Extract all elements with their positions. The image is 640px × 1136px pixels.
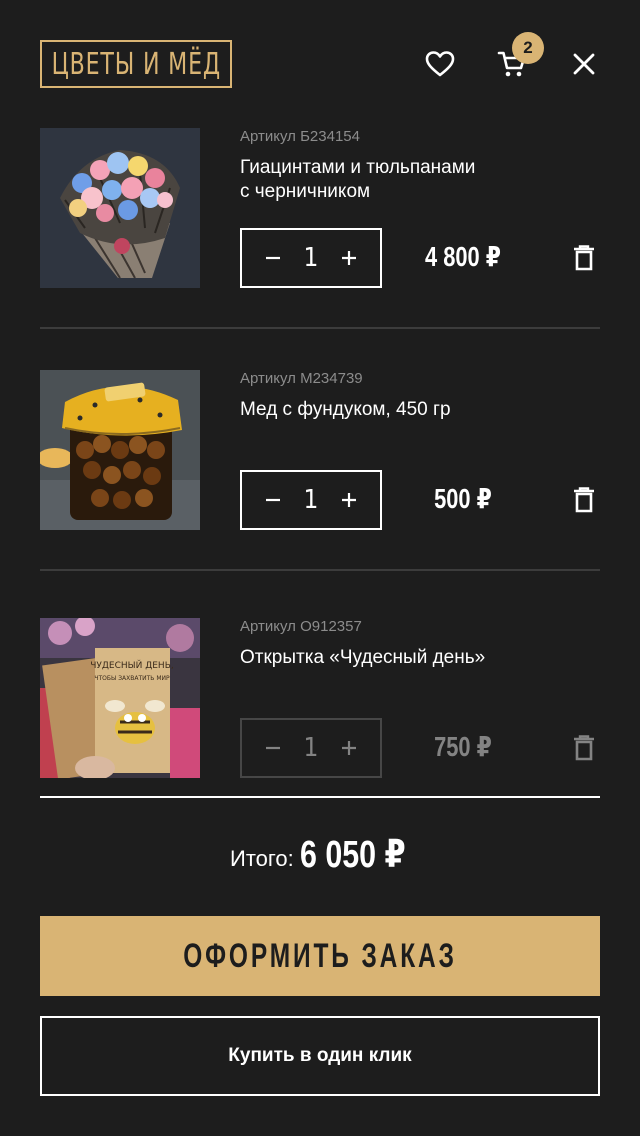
brand-logo[interactable]: ЦВЕТЫ И МЁД bbox=[40, 40, 232, 88]
quantity-stepper: 1 bbox=[240, 470, 382, 530]
item-price: 4 800 ₽ bbox=[425, 241, 501, 272]
item-sku: Артикул М234739 bbox=[240, 370, 363, 387]
item-sku: Артикул Б234154 bbox=[240, 128, 360, 145]
minus-icon bbox=[266, 256, 280, 260]
trash-icon bbox=[574, 487, 594, 513]
decrement-button[interactable] bbox=[262, 737, 284, 759]
quantity-value: 1 bbox=[303, 243, 319, 273]
quantity-value: 1 bbox=[303, 733, 319, 763]
close-icon bbox=[573, 53, 595, 75]
heart-icon bbox=[425, 51, 455, 77]
minus-icon bbox=[266, 746, 280, 750]
trash-icon bbox=[574, 735, 594, 761]
close-button[interactable] bbox=[564, 44, 604, 84]
plus-icon bbox=[341, 493, 356, 507]
one-click-buy-label: Купить в один клик bbox=[228, 1045, 412, 1066]
delete-item-button[interactable] bbox=[569, 485, 599, 515]
quantity-stepper: 1 bbox=[240, 718, 382, 778]
quantity-stepper: 1 bbox=[240, 228, 382, 288]
item-name[interactable]: Открытка «Чудесный день» bbox=[240, 646, 520, 670]
item-name-line: Открытка «Чудесный день» bbox=[240, 647, 486, 668]
product-image-bouquet[interactable] bbox=[40, 128, 200, 288]
item-name[interactable]: Гиацинтами и тюльпанами с черничником bbox=[240, 156, 520, 204]
increment-button[interactable] bbox=[338, 737, 360, 759]
trash-icon bbox=[574, 245, 594, 271]
favorites-button[interactable] bbox=[420, 44, 460, 84]
increment-button[interactable] bbox=[338, 247, 360, 269]
product-image-card[interactable]: ЧУДЕСНЫЙ ДЕНЬ, ЧТОБЫ ЗАХВАТИТЬ МИР bbox=[40, 618, 200, 778]
logo-text: ЦВЕТЫ И МЁД bbox=[51, 46, 221, 82]
greeting-card-image: ЧУДЕСНЫЙ ДЕНЬ, ЧТОБЫ ЗАХВАТИТЬ МИР bbox=[40, 618, 200, 778]
item-name[interactable]: Мед с фундуком, 450 гр bbox=[240, 398, 520, 422]
item-price: 500 ₽ bbox=[434, 483, 492, 514]
product-image-honey[interactable] bbox=[40, 370, 200, 530]
delete-item-button[interactable] bbox=[569, 733, 599, 763]
checkout-button[interactable]: ОФОРМИТЬ ЗАКАЗ bbox=[40, 916, 600, 996]
decrement-button[interactable] bbox=[262, 247, 284, 269]
decrement-button[interactable] bbox=[262, 489, 284, 511]
item-name-line: Мед с фундуком, 450 гр bbox=[240, 399, 451, 420]
total-label: Итого: bbox=[230, 846, 294, 871]
increment-button[interactable] bbox=[338, 489, 360, 511]
summary-divider bbox=[40, 796, 600, 798]
card-text-line: ЧУДЕСНЫЙ ДЕНЬ, bbox=[90, 659, 173, 671]
plus-icon bbox=[341, 251, 356, 265]
honey-jar-image bbox=[40, 370, 200, 530]
plus-icon bbox=[341, 741, 356, 755]
bouquet-image bbox=[40, 128, 200, 288]
item-name-line: с черничником bbox=[240, 181, 371, 202]
item-name-line: Гиацинтами и тюльпанами bbox=[240, 157, 476, 178]
card-text-line: ЧТОБЫ ЗАХВАТИТЬ МИР bbox=[94, 675, 170, 682]
item-divider bbox=[40, 569, 600, 571]
item-sku: Артикул О912357 bbox=[240, 618, 362, 635]
one-click-buy-button[interactable]: Купить в один клик bbox=[40, 1016, 600, 1096]
minus-icon bbox=[266, 498, 280, 502]
delete-item-button[interactable] bbox=[569, 243, 599, 273]
cart-count-badge: 2 bbox=[512, 32, 544, 64]
item-price: 750 ₽ bbox=[434, 731, 492, 762]
item-divider bbox=[40, 327, 600, 329]
total-value: 6 050 ₽ bbox=[300, 834, 406, 876]
checkout-button-label: ОФОРМИТЬ ЗАКАЗ bbox=[183, 936, 457, 975]
quantity-value: 1 bbox=[303, 485, 319, 515]
